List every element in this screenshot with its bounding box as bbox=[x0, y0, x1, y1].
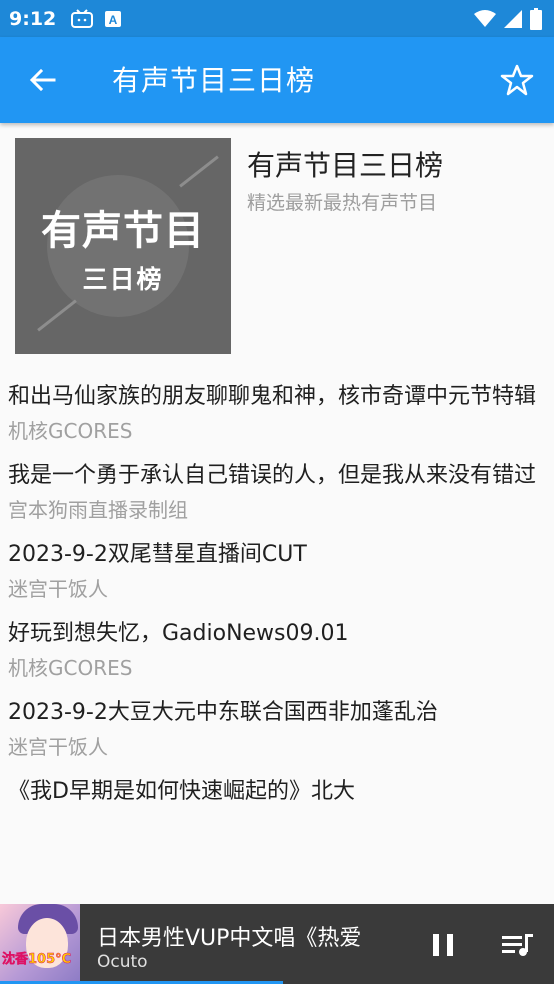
page-title: 有声节目三日榜 bbox=[112, 64, 316, 97]
program-title: 2023-9-2双尾彗星直播间CUT bbox=[8, 542, 307, 567]
battery-icon bbox=[530, 8, 542, 30]
mini-player[interactable]: 沈香105°C 日本男性VUP中文唱《热爱 Ocuto bbox=[0, 904, 554, 984]
notification-icons: A bbox=[70, 8, 122, 29]
program-title: 和出马仙家族的朋友聊聊鬼和神，核市奇谭中元节特辑 bbox=[8, 384, 537, 409]
cover-text-sub: 三日榜 bbox=[82, 265, 164, 294]
pause-icon[interactable] bbox=[428, 928, 458, 962]
cover-image: 有声节目 三日榜 bbox=[15, 138, 231, 354]
svg-text:A: A bbox=[109, 13, 118, 27]
app-bar: 有声节目三日榜 bbox=[0, 37, 554, 123]
program-author: 迷宫干饭人 bbox=[8, 577, 108, 601]
album-art[interactable]: 沈香105°C bbox=[0, 904, 80, 984]
list-item[interactable]: 2023-9-2大豆大元中东联合国西非加蓬乱治 迷宫干饭人 bbox=[0, 694, 554, 763]
status-bar: 9:12 A bbox=[0, 0, 554, 37]
cover-decor-line bbox=[37, 299, 77, 332]
header-title: 有声节目三日榜 bbox=[247, 149, 444, 182]
arrow-left-icon[interactable] bbox=[26, 63, 60, 97]
list-item[interactable]: 好玩到想失忆，GadioNews09.01 机核GCORES bbox=[0, 615, 554, 684]
list-item[interactable]: 2023-9-2双尾彗星直播间CUT 迷宫干饭人 bbox=[0, 536, 554, 605]
cover-decor-line bbox=[179, 155, 219, 188]
status-time: 9:12 bbox=[9, 7, 57, 30]
program-title: 2023-9-2大豆大元中东联合国西非加蓬乱治 bbox=[8, 700, 438, 725]
program-author: 迷宫干饭人 bbox=[8, 735, 108, 759]
player-artist: Ocuto bbox=[97, 952, 148, 972]
chart-header: 有声节目 三日榜 有声节目三日榜 精选最新最热有声节目 bbox=[15, 138, 545, 354]
cover-text-main: 有声节目 bbox=[41, 208, 205, 254]
list-item[interactable]: 我是一个勇于承认自己错误的人，但是我从来没有错过 宫本狗雨直播录制组 bbox=[0, 457, 554, 526]
status-right-icons bbox=[474, 8, 542, 30]
tv-icon bbox=[71, 8, 94, 28]
program-title: 好玩到想失忆，GadioNews09.01 bbox=[8, 621, 349, 646]
art-badge-text: 沈香105°C bbox=[2, 952, 72, 968]
program-author: 机核GCORES bbox=[8, 419, 133, 443]
program-author: 机核GCORES bbox=[8, 656, 133, 680]
list-item[interactable]: 和出马仙家族的朋友聊聊鬼和神，核市奇谭中元节特辑 机核GCORES bbox=[0, 378, 554, 447]
program-title: 《我D早期是如何快速崛起的》北大 bbox=[8, 779, 355, 804]
a-badge-icon: A bbox=[105, 10, 122, 27]
signal-icon bbox=[504, 10, 522, 28]
program-list: 和出马仙家族的朋友聊聊鬼和神，核市奇谭中元节特辑 机核GCORES 我是一个勇于… bbox=[0, 378, 554, 820]
wifi-icon bbox=[474, 10, 496, 27]
player-title: 日本男性VUP中文唱《热爱 bbox=[97, 926, 362, 951]
header-subtitle: 精选最新最热有声节目 bbox=[247, 192, 438, 214]
program-title: 我是一个勇于承认自己错误的人，但是我从来没有错过 bbox=[8, 463, 537, 488]
star-outline-icon[interactable] bbox=[500, 63, 534, 97]
program-author: 宫本狗雨直播录制组 bbox=[8, 498, 188, 522]
list-item[interactable]: 《我D早期是如何快速崛起的》北大 bbox=[0, 773, 554, 810]
playlist-icon[interactable] bbox=[500, 930, 534, 960]
